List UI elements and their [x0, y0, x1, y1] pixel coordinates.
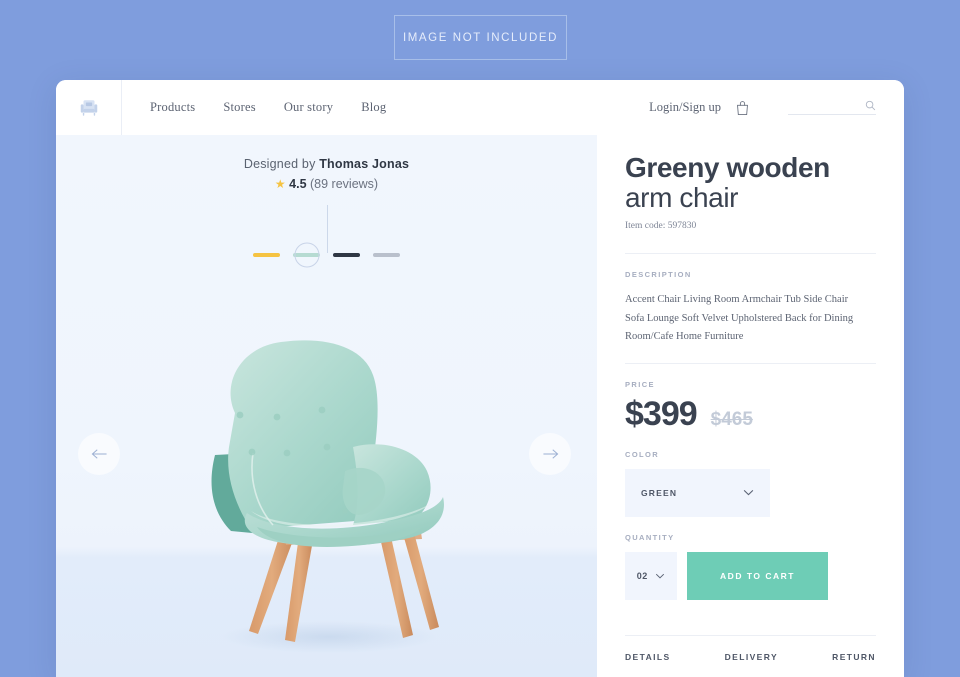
rating: ★ 4.5 (89 reviews) [56, 177, 597, 191]
rating-reviews: (89 reviews) [310, 177, 379, 191]
price-label: PRICE [625, 379, 655, 389]
divider-top [625, 253, 876, 255]
rating-score: 4.5 [289, 177, 307, 191]
add-to-cart-button[interactable]: ADD TO CART [687, 551, 828, 600]
original-price: $465 [710, 408, 753, 430]
swatch-yellow[interactable] [253, 253, 280, 257]
quantity-select[interactable]: 02 [625, 551, 677, 600]
item-code: Item code: 597830 [625, 221, 697, 232]
color-select-value: GREEN [641, 487, 678, 498]
product-title-line-1: Greeny wooden [625, 152, 830, 183]
swatch-grey[interactable] [373, 253, 400, 257]
tab-return[interactable]: RETURN [832, 652, 876, 662]
product-details-pane: Greeny wooden arm chair Item code: 59783… [597, 135, 904, 677]
chevron-down-icon [743, 490, 754, 496]
designer-prefix: Designed by [243, 157, 320, 171]
nav-item-blog[interactable]: Blog [361, 100, 386, 115]
designer-credit: Designed by Thomas Jonas [56, 157, 597, 171]
site-header: Products Stores Our story Blog Login/Sig… [56, 80, 904, 135]
chevron-down-icon [656, 573, 665, 579]
swatch-connector-line [327, 205, 328, 253]
color-swatch-picker [56, 253, 597, 257]
price-row: $399 $465 [625, 395, 876, 434]
quantity-and-cart-row: 02 ADD TO CART [625, 551, 876, 600]
divider-price [625, 362, 876, 364]
banner-label: IMAGE NOT INCLUDED [402, 31, 559, 44]
logo[interactable] [56, 80, 122, 135]
product-title-line-2: arm chair [625, 182, 739, 214]
tab-details[interactable]: DETAILS [625, 652, 671, 662]
tab-delivery[interactable]: DELIVERY [725, 652, 778, 662]
designer-name: Thomas Jonas [319, 157, 410, 171]
armchair-illustration [211, 340, 444, 653]
product-description: Accent Chair Living Room Armchair Tub Si… [625, 294, 854, 343]
header-actions: Login/Sign up [649, 100, 904, 116]
quantity-label: QUANTITY [625, 532, 675, 542]
nav-item-stores[interactable]: Stores [223, 100, 255, 115]
nav-item-products[interactable]: Products [150, 100, 195, 115]
app-window: Products Stores Our story Blog Login/Sig… [56, 80, 904, 677]
search-input[interactable] [788, 100, 858, 111]
nav-item-our-story[interactable]: Our story [284, 100, 333, 115]
current-price: $399 [625, 394, 698, 433]
product-image [56, 335, 597, 665]
swatch-green[interactable] [293, 253, 320, 257]
shopping-bag-icon[interactable] [735, 100, 750, 116]
armchair-logo-icon [80, 99, 97, 116]
description-label: DESCRIPTION [625, 270, 692, 280]
product-page-content: Designed by Thomas Jonas ★ 4.5 (89 revie… [56, 135, 904, 677]
page-title: Greeny wooden arm chair [625, 152, 876, 214]
main-navigation: Products Stores Our story Blog [150, 100, 386, 115]
color-label: COLOR [625, 449, 660, 459]
image-not-included-banner: IMAGE NOT INCLUDED [394, 15, 567, 60]
star-icon: ★ [274, 177, 286, 191]
search-box[interactable] [788, 100, 876, 115]
quantity-value: 02 [636, 570, 648, 581]
search-icon[interactable] [865, 100, 876, 111]
product-gallery: Designed by Thomas Jonas ★ 4.5 (89 revie… [56, 135, 597, 677]
swatch-black[interactable] [333, 253, 360, 257]
login-signup-link[interactable]: Login/Sign up [649, 100, 721, 115]
product-info-tabs: DETAILS DELIVERY RETURN [625, 635, 876, 677]
color-select[interactable]: GREEN [625, 468, 770, 517]
